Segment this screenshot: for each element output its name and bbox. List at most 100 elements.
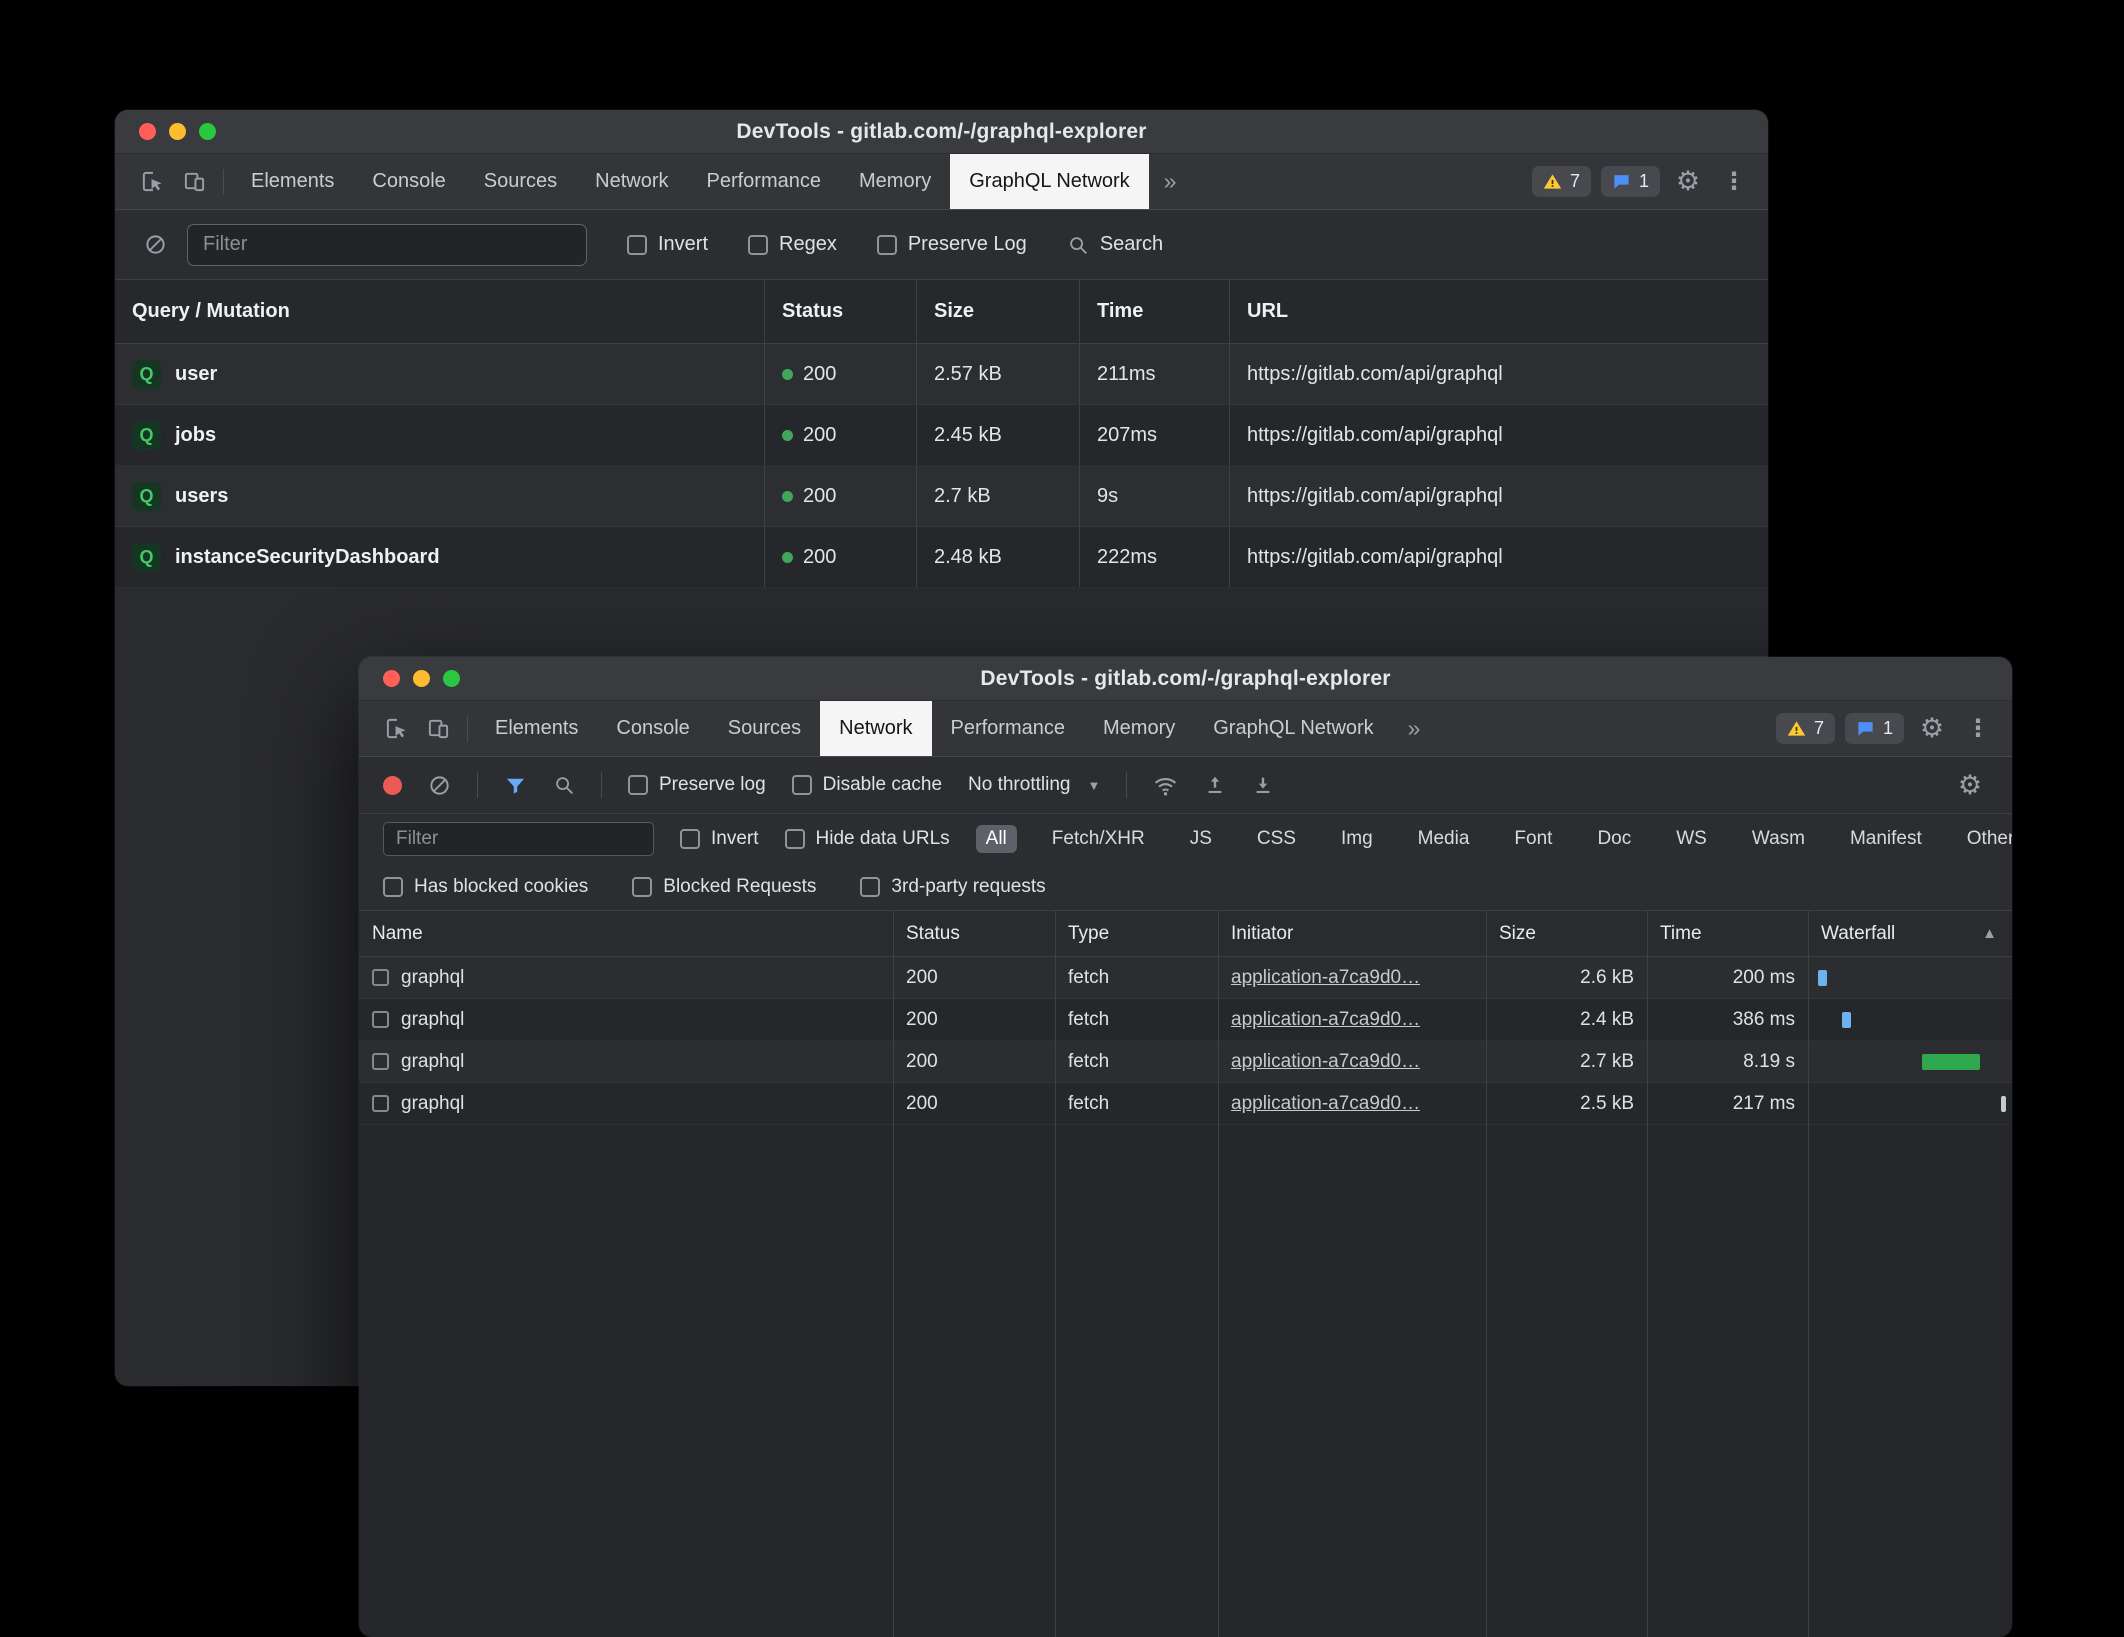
titlebar[interactable]: DevTools - gitlab.com/-/graphql-explorer — [359, 657, 2012, 701]
tab-performance[interactable]: Performance — [932, 701, 1085, 756]
tab-elements[interactable]: Elements — [476, 701, 597, 756]
more-tabs-button[interactable]: » — [1149, 154, 1192, 209]
clear-icon[interactable] — [428, 774, 451, 797]
filter-type-other[interactable]: Other — [1957, 825, 2012, 853]
filter-type-font[interactable]: Font — [1504, 825, 1562, 853]
inspect-icon[interactable] — [131, 154, 173, 209]
network-conditions-icon[interactable] — [1153, 773, 1178, 798]
request-icon — [372, 1011, 389, 1028]
filter-type-wasm[interactable]: Wasm — [1742, 825, 1815, 853]
hide-data-urls-checkbox[interactable]: Hide data URLs — [785, 828, 950, 850]
warnings-badge[interactable]: 7 — [1532, 166, 1591, 197]
import-har-icon[interactable] — [1252, 774, 1274, 796]
issues-badge[interactable]: 1 — [1601, 166, 1660, 197]
device-toolbar-icon[interactable] — [417, 701, 459, 756]
clear-icon[interactable] — [137, 233, 173, 256]
column-header-initiator[interactable]: Initiator — [1218, 911, 1486, 956]
filter-input[interactable] — [187, 224, 587, 266]
filter-type-all[interactable]: All — [976, 825, 1017, 853]
tab-console[interactable]: Console — [597, 701, 708, 756]
regex-checkbox[interactable]: Regex — [748, 233, 837, 256]
column-header-time[interactable]: Time — [1647, 911, 1808, 956]
third-party-requests-checkbox[interactable]: 3rd-party requests — [860, 876, 1045, 898]
filter-type-css[interactable]: CSS — [1247, 825, 1306, 853]
filter-type-manifest[interactable]: Manifest — [1840, 825, 1932, 853]
filter-type-ws[interactable]: WS — [1666, 825, 1717, 853]
column-header-time[interactable]: Time — [1080, 280, 1230, 343]
filter-type-media[interactable]: Media — [1408, 825, 1480, 853]
blocked-requests-checkbox[interactable]: Blocked Requests — [632, 876, 816, 898]
kebab-menu-icon[interactable]: ⋮ — [1960, 714, 1996, 743]
network-settings-gear-icon[interactable]: ⚙ — [1952, 770, 1988, 801]
minimize-button[interactable] — [413, 670, 430, 687]
has-blocked-cookies-checkbox[interactable]: Has blocked cookies — [383, 876, 588, 898]
table-row[interactable]: Qusers 200 2.7 kB 9s https://gitlab.com/… — [115, 466, 1768, 527]
status-code: 200 — [803, 363, 836, 386]
fullscreen-button[interactable] — [443, 670, 460, 687]
invert-checkbox[interactable]: Invert — [680, 828, 759, 850]
table-row[interactable]: Quser 200 2.57 kB 211ms https://gitlab.c… — [115, 344, 1768, 405]
initiator-link[interactable]: application-a7ca9d0… — [1231, 1009, 1420, 1031]
tab-network[interactable]: Network — [820, 701, 931, 756]
issues-badge[interactable]: 1 — [1845, 713, 1904, 744]
column-header-size[interactable]: Size — [917, 280, 1080, 343]
table-row[interactable]: QinstanceSecurityDashboard 200 2.48 kB 2… — [115, 527, 1768, 588]
tab-network[interactable]: Network — [576, 154, 687, 209]
tab-performance[interactable]: Performance — [688, 154, 841, 209]
filter-type-js[interactable]: JS — [1180, 825, 1222, 853]
export-har-icon[interactable] — [1204, 774, 1226, 796]
settings-gear-icon[interactable]: ⚙ — [1914, 713, 1950, 744]
close-button[interactable] — [139, 123, 156, 140]
table-row[interactable]: graphql 200 fetch application-a7ca9d0… 2… — [359, 1083, 2012, 1125]
column-header-type[interactable]: Type — [1055, 911, 1218, 956]
table-row[interactable]: Qjobs 200 2.45 kB 207ms https://gitlab.c… — [115, 405, 1768, 466]
column-header-status[interactable]: Status — [893, 911, 1055, 956]
table-row[interactable]: graphql 200 fetch application-a7ca9d0… 2… — [359, 999, 2012, 1041]
warnings-badge[interactable]: 7 — [1776, 713, 1835, 744]
column-header-waterfall[interactable]: Waterfall ▲ — [1808, 911, 2012, 956]
tab-sources[interactable]: Sources — [709, 701, 820, 756]
invert-checkbox[interactable]: Invert — [627, 233, 708, 256]
initiator-link[interactable]: application-a7ca9d0… — [1231, 1093, 1420, 1115]
filter-funnel-icon[interactable] — [504, 774, 527, 797]
status-code: 200 — [893, 1041, 1055, 1082]
titlebar[interactable]: DevTools - gitlab.com/-/graphql-explorer — [115, 110, 1768, 154]
filter-type-doc[interactable]: Doc — [1587, 825, 1641, 853]
tab-graphql-network[interactable]: GraphQL Network — [1194, 701, 1392, 756]
tab-elements[interactable]: Elements — [232, 154, 353, 209]
filter-input[interactable] — [383, 822, 654, 856]
filter-type-img[interactable]: Img — [1331, 825, 1383, 853]
disable-cache-checkbox[interactable]: Disable cache — [792, 774, 942, 796]
column-header-size[interactable]: Size — [1486, 911, 1647, 956]
column-header-url[interactable]: URL — [1230, 280, 1768, 343]
time-value: 222ms — [1080, 527, 1230, 587]
table-row[interactable]: graphql 200 fetch application-a7ca9d0… 2… — [359, 1041, 2012, 1083]
close-button[interactable] — [383, 670, 400, 687]
record-icon[interactable] — [383, 776, 402, 795]
column-header-name[interactable]: Name — [359, 911, 893, 956]
tab-memory[interactable]: Memory — [840, 154, 950, 209]
kebab-menu-icon[interactable]: ⋮ — [1716, 167, 1752, 196]
throttling-dropdown[interactable]: No throttling ▼ — [968, 774, 1100, 796]
device-toolbar-icon[interactable] — [173, 154, 215, 209]
initiator-link[interactable]: application-a7ca9d0… — [1231, 967, 1420, 989]
table-row[interactable]: graphql 200 fetch application-a7ca9d0… 2… — [359, 957, 2012, 999]
settings-gear-icon[interactable]: ⚙ — [1670, 166, 1706, 197]
filter-type-fetch-xhr[interactable]: Fetch/XHR — [1042, 825, 1155, 853]
tab-console[interactable]: Console — [353, 154, 464, 209]
initiator-link[interactable]: application-a7ca9d0… — [1231, 1051, 1420, 1073]
minimize-button[interactable] — [169, 123, 186, 140]
inspect-icon[interactable] — [375, 701, 417, 756]
traffic-lights — [139, 110, 216, 153]
column-header-query-mutation[interactable]: Query / Mutation — [115, 280, 765, 343]
fullscreen-button[interactable] — [199, 123, 216, 140]
tab-memory[interactable]: Memory — [1084, 701, 1194, 756]
preserve-log-checkbox[interactable]: Preserve Log — [877, 233, 1027, 256]
preserve-log-checkbox[interactable]: Preserve log — [628, 774, 766, 796]
more-tabs-button[interactable]: » — [1393, 701, 1436, 756]
tab-sources[interactable]: Sources — [465, 154, 576, 209]
column-header-status[interactable]: Status — [765, 280, 917, 343]
search-icon[interactable] — [553, 774, 575, 796]
tab-graphql-network[interactable]: GraphQL Network — [950, 154, 1148, 209]
search-button[interactable]: Search — [1067, 233, 1163, 256]
